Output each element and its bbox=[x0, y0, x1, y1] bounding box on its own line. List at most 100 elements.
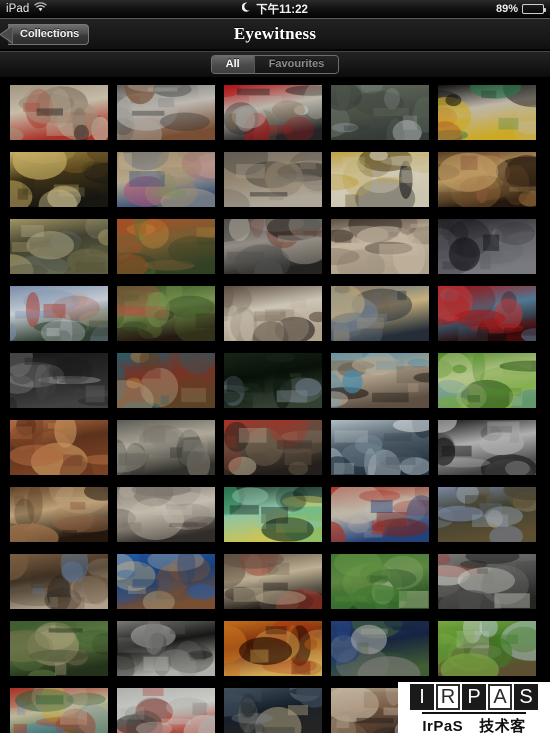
photo-cell[interactable] bbox=[438, 152, 536, 207]
market-shop-interior bbox=[117, 353, 215, 408]
photo-cell[interactable] bbox=[117, 219, 215, 274]
fashion-runway-show bbox=[331, 152, 429, 207]
photo-cell[interactable] bbox=[117, 487, 215, 542]
status-bar-left: iPad bbox=[0, 2, 48, 15]
photo-cell[interactable] bbox=[438, 219, 536, 274]
cathedral-interior-columns bbox=[224, 286, 322, 341]
eroded-rainbow-mountains bbox=[10, 420, 108, 475]
ipad-screen: iPad 下午11:22 89% Collections Eyewitness … bbox=[0, 0, 550, 733]
piano-keyboard-closeup bbox=[438, 420, 536, 475]
man-in-suit-interview bbox=[331, 219, 429, 274]
wifi-icon bbox=[34, 2, 48, 15]
photo-cell[interactable] bbox=[438, 554, 536, 609]
photo-cell[interactable] bbox=[331, 152, 429, 207]
photo-cell[interactable] bbox=[224, 688, 322, 733]
photo-cell[interactable] bbox=[331, 85, 429, 140]
photo-cell[interactable] bbox=[10, 420, 108, 475]
clock-tower-highwire bbox=[10, 286, 108, 341]
photo-cell[interactable] bbox=[10, 554, 108, 609]
photo-cell[interactable] bbox=[117, 85, 215, 140]
photo-cell[interactable] bbox=[10, 621, 108, 676]
cathedral-steps-crowd bbox=[117, 487, 215, 542]
photo-grid-scroll-area[interactable]: I R P A S IrPaS 技术客 bbox=[0, 78, 550, 733]
photo-cell[interactable] bbox=[224, 286, 322, 341]
street-confrontation-men bbox=[331, 621, 429, 676]
photo-cell[interactable] bbox=[117, 353, 215, 408]
filter-toolbar: All Favourites bbox=[0, 51, 550, 78]
segment-favourites[interactable]: Favourites bbox=[253, 55, 339, 73]
clock-label: 下午11:22 bbox=[256, 3, 308, 16]
segmented-control-filter[interactable]: All Favourites bbox=[210, 54, 340, 74]
photo-cell[interactable] bbox=[331, 219, 429, 274]
photo-cell[interactable] bbox=[224, 152, 322, 207]
watermark-irpas: I R P A S IrPaS 技术客 bbox=[398, 682, 550, 733]
watermark-latin-text: IrPaS bbox=[422, 718, 464, 733]
bird-splashing-water bbox=[438, 621, 536, 676]
photo-cell[interactable] bbox=[10, 487, 108, 542]
photo-cell[interactable] bbox=[224, 621, 322, 676]
back-arrow-icon bbox=[0, 24, 14, 44]
festival-crowd-aerial bbox=[10, 621, 108, 676]
ornate-decorated-interior bbox=[438, 152, 536, 207]
family-in-cave-shelter bbox=[10, 487, 108, 542]
abstract-painting-gallery bbox=[438, 85, 536, 140]
aerial-city-night bbox=[438, 219, 536, 274]
photo-cell[interactable] bbox=[331, 487, 429, 542]
photo-cell[interactable] bbox=[438, 286, 536, 341]
explosion-smoke-onlookers bbox=[10, 554, 108, 609]
photo-cell[interactable] bbox=[331, 554, 429, 609]
photo-cell[interactable] bbox=[224, 554, 322, 609]
costumed-dancers-tropical bbox=[10, 688, 108, 733]
street-crowd-flags bbox=[224, 219, 322, 274]
photo-cell[interactable] bbox=[331, 420, 429, 475]
police-riot-shield bbox=[10, 353, 108, 408]
photo-cell[interactable] bbox=[438, 85, 536, 140]
segment-all[interactable]: All bbox=[211, 55, 254, 73]
battery-icon bbox=[522, 3, 546, 14]
photo-cell[interactable] bbox=[117, 420, 215, 475]
children-sitting-doorway bbox=[10, 85, 108, 140]
photo-cell[interactable] bbox=[117, 554, 215, 609]
photo-cell[interactable] bbox=[224, 85, 322, 140]
photo-cell[interactable] bbox=[331, 286, 429, 341]
iceberg-arctic-sea bbox=[331, 420, 429, 475]
status-bar: iPad 下午11:22 89% bbox=[0, 0, 550, 18]
worker-throwing-debris-landfill bbox=[117, 85, 215, 140]
watermark-block-a: A bbox=[488, 684, 512, 710]
savanna-plain-wide bbox=[10, 219, 108, 274]
navigation-bar: Collections Eyewitness bbox=[0, 18, 550, 51]
photo-cell[interactable] bbox=[10, 353, 108, 408]
photo-cell[interactable] bbox=[224, 487, 322, 542]
photo-cell[interactable] bbox=[331, 353, 429, 408]
red-nazi-flag-soldiers bbox=[224, 85, 322, 140]
olympic-ceremony-fireworks bbox=[224, 487, 322, 542]
back-button-collections[interactable]: Collections bbox=[0, 23, 90, 45]
swimming-pool-performance bbox=[331, 353, 429, 408]
photo-cell[interactable] bbox=[10, 152, 108, 207]
aerial-terraced-fields bbox=[331, 554, 429, 609]
photo-cell[interactable] bbox=[10, 219, 108, 274]
photo-cell[interactable] bbox=[10, 286, 108, 341]
photo-cell[interactable] bbox=[224, 420, 322, 475]
photo-cell[interactable] bbox=[117, 152, 215, 207]
stadium-crowd-union-jack bbox=[331, 487, 429, 542]
battery-percent-label: 89% bbox=[495, 2, 518, 15]
dark-smoke-ruins bbox=[117, 621, 215, 676]
photo-cell[interactable] bbox=[10, 688, 108, 733]
photo-cell[interactable] bbox=[438, 621, 536, 676]
photo-cell[interactable] bbox=[117, 621, 215, 676]
watermark-logo-blocks: I R P A S bbox=[410, 684, 538, 710]
photo-cell[interactable] bbox=[331, 621, 429, 676]
photo-cell[interactable] bbox=[224, 219, 322, 274]
photo-cell[interactable] bbox=[10, 85, 108, 140]
photo-cell[interactable] bbox=[438, 353, 536, 408]
photo-cell[interactable] bbox=[117, 688, 215, 733]
photo-cell[interactable] bbox=[438, 487, 536, 542]
flooded-plain-dusk-crowd bbox=[331, 286, 429, 341]
photo-cell[interactable] bbox=[224, 353, 322, 408]
photo-cell[interactable] bbox=[117, 286, 215, 341]
blue-stage-crowd-event bbox=[117, 554, 215, 609]
horseman-desert-steppe bbox=[438, 487, 536, 542]
photo-cell[interactable] bbox=[438, 420, 536, 475]
protest-crowd-soldiers bbox=[224, 554, 322, 609]
